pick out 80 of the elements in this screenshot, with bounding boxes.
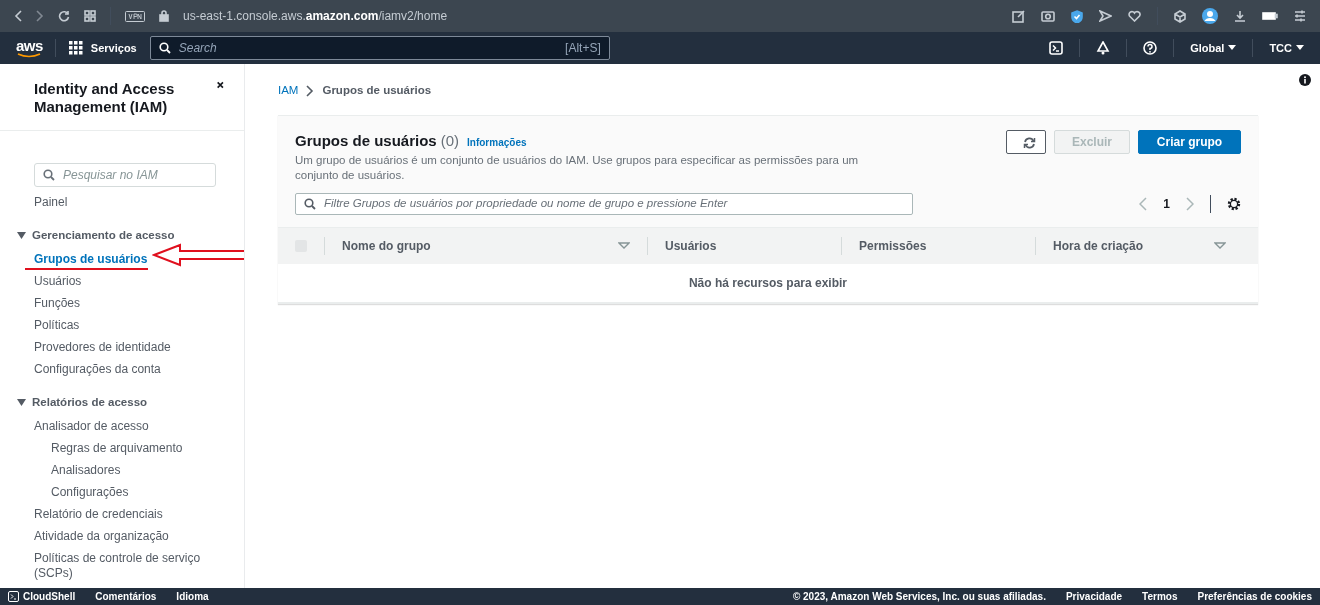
nav-link[interactable]: Painel	[34, 191, 68, 213]
url-text[interactable]: us-east-1.console.aws.amazon.com/iamv2/home	[183, 7, 448, 25]
footer-link[interactable]: Privacidade	[1065, 589, 1123, 604]
lock-icon	[159, 10, 169, 22]
caret-icon	[1296, 45, 1304, 51]
column-header[interactable]: Permissões	[859, 236, 927, 255]
item-count: (0)	[440, 131, 460, 152]
column-header[interactable]: Nome do grupo	[342, 236, 431, 255]
column-header[interactable]: Hora de criação	[1053, 236, 1144, 255]
avatar-icon[interactable]	[1202, 8, 1218, 24]
nav-link[interactable]: Políticas de controle de serviço (SCPs)	[34, 547, 209, 585]
forward-icon[interactable]	[36, 10, 44, 22]
share-icon[interactable]	[1012, 9, 1025, 23]
camera-icon[interactable]	[1041, 10, 1055, 22]
caret-icon	[1228, 45, 1237, 51]
nav-link[interactable]: Políticas	[34, 314, 80, 337]
sliders-icon[interactable]	[1294, 10, 1306, 22]
sidebar-title: Identity and Access Management (IAM)	[34, 80, 176, 116]
nav-link[interactable]: Grupos de usuários	[34, 248, 148, 271]
reload-icon[interactable]	[58, 10, 70, 22]
grid-icon[interactable]	[84, 10, 96, 22]
breadcrumb-link[interactable]: IAM	[278, 82, 299, 100]
search-icon	[304, 197, 316, 210]
services-menu[interactable]: Serviços	[67, 38, 138, 58]
nav-link[interactable]: Regras de arquivamento	[34, 437, 183, 460]
breadcrumb-current: Grupos de usuários	[322, 83, 432, 98]
nav-link[interactable]: Relatório de credenciais	[34, 503, 163, 526]
empty-message: Não há recursos para exibir	[688, 275, 848, 290]
region-menu[interactable]: Global	[1190, 39, 1237, 57]
back-icon[interactable]	[14, 10, 22, 22]
terminal-icon	[8, 591, 19, 602]
nav-link[interactable]: Analisadores	[34, 459, 121, 482]
heart-icon[interactable]	[1128, 10, 1141, 22]
footer-link[interactable]: Comentários	[95, 589, 157, 604]
nav-link[interactable]: Atividade da organização	[34, 525, 169, 548]
footer-link[interactable]: Termos	[1142, 589, 1178, 604]
vpn-badge-icon[interactable]	[125, 10, 145, 22]
caret-icon[interactable]	[17, 232, 26, 240]
sort-icon[interactable]	[1214, 242, 1226, 250]
nav-link[interactable]: Usuários	[34, 270, 82, 293]
create-group-button[interactable]: Criar grupo	[1138, 130, 1241, 155]
nav-link[interactable]: Funções	[34, 292, 81, 315]
account-menu[interactable]: TCC	[1269, 39, 1304, 57]
refresh-button[interactable]	[1006, 130, 1046, 155]
footer-link[interactable]: Preferências de cookies	[1197, 589, 1312, 604]
chevron-icon	[306, 84, 315, 97]
terminal-icon[interactable]	[1049, 41, 1064, 55]
page-number[interactable]: 1	[1163, 194, 1170, 213]
column-header[interactable]: Usuários	[665, 236, 717, 255]
section-heading[interactable]: Gerenciamento de acesso	[32, 227, 175, 245]
filter-field[interactable]: Filtre Grupos de usuários por propriedade ou nome de grupo e pressione Enter	[295, 192, 913, 215]
sort-icon[interactable]	[618, 242, 630, 250]
info-link[interactable]: Informações	[467, 135, 527, 151]
send-icon[interactable]	[1099, 10, 1112, 22]
refresh-icon	[1023, 137, 1036, 150]
help-icon[interactable]	[1143, 41, 1158, 55]
search-field[interactable]: Search [Alt+S]	[149, 36, 610, 60]
cube-icon[interactable]	[1174, 9, 1186, 23]
panel-title: Grupos de usuários	[295, 131, 437, 152]
aws-logo[interactable]: aws	[16, 38, 43, 58]
panel-description: Um grupo de usuários é um conjunto de usuários do IAM. Use grupos para especificar as permissões para um conjunto de usuários.	[295, 152, 860, 183]
download-icon[interactable]	[1234, 10, 1246, 22]
apps-grid-icon	[68, 41, 83, 55]
nav-link[interactable]: Configurações	[34, 481, 129, 504]
close-icon[interactable]	[217, 80, 224, 90]
section-heading[interactable]: Relatórios de acesso	[32, 394, 148, 412]
search-icon	[158, 42, 171, 54]
settings-icon[interactable]	[1227, 196, 1241, 211]
battery-icon[interactable]	[1262, 11, 1278, 21]
shield-icon[interactable]	[1071, 9, 1083, 23]
nav-link[interactable]: Configurações da conta	[34, 358, 161, 381]
info-icon[interactable]	[1299, 74, 1311, 86]
nav-link[interactable]: Analisador de acesso	[34, 415, 149, 438]
copyright-text: © 2023, Amazon Web Services, Inc. ou suas afiliadas.	[792, 590, 1046, 604]
nav-link[interactable]: Provedores de identidade	[34, 336, 171, 359]
footer-link[interactable]: Idioma	[176, 589, 209, 604]
bell-icon[interactable]	[1096, 41, 1111, 55]
search-icon	[43, 169, 55, 181]
cloudshell-link[interactable]: CloudShell	[8, 589, 76, 604]
caret-icon[interactable]	[17, 399, 26, 407]
